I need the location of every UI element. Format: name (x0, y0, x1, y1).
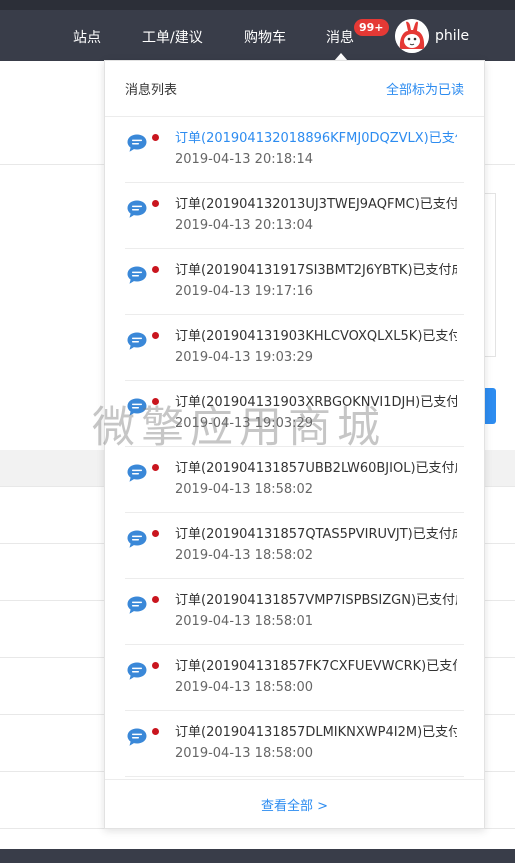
message-title: 订单(201904131857DLMIKNXWP4I2M)已支付成功 (175, 725, 457, 740)
message-dropdown: 消息列表 全部标为已读 订单(201904132018896KFMJ0DQZVL… (104, 60, 485, 829)
message-time: 2019-04-13 18:58:02 (175, 548, 314, 563)
chat-bubble-icon (126, 595, 148, 615)
message-item[interactable]: 订单(201904131857UBB2LW60BJIOL)已支付成功 2019-… (125, 447, 464, 513)
message-time: 2019-04-13 19:17:16 (175, 284, 314, 299)
username[interactable]: phile (435, 18, 469, 54)
view-all-link[interactable]: 查看全部 > (261, 795, 328, 814)
chat-bubble-icon (126, 661, 148, 681)
unread-dot (152, 332, 159, 339)
message-title: 订单(201904131917SI3BMT2J6YBTK)已支付成功 (175, 263, 457, 278)
dropdown-footer: 查看全部 > (105, 779, 484, 828)
dropdown-header: 消息列表 全部标为已读 (105, 61, 484, 117)
message-time: 2019-04-13 18:58:00 (175, 746, 314, 761)
nav-item-tickets[interactable]: 工单/建议 (142, 20, 203, 56)
message-item[interactable]: 订单(201904132013UJ3TWEJ9AQFMC)已支付成功 2019-… (125, 183, 464, 249)
chat-bubble-icon (126, 727, 148, 747)
message-time: 2019-04-13 19:03:29 (175, 416, 314, 431)
message-item[interactable]: 订单(201904131903XRBGOKNVI1DJH)已支付成功 2019-… (125, 381, 464, 447)
chat-bubble-icon (126, 265, 148, 285)
message-item[interactable]: 订单(201904131857FK7CXFUEVWCRK)已支付成功 2019-… (125, 645, 464, 711)
unread-dot (152, 530, 159, 537)
chat-bubble-icon (126, 199, 148, 219)
message-count-badge: 99+ (354, 19, 389, 36)
unread-dot (152, 728, 159, 735)
message-title: 订单(201904131903XRBGOKNVI1DJH)已支付成功 (175, 395, 457, 410)
nav-item-messages[interactable]: 消息 (326, 20, 354, 56)
message-item[interactable]: 订单(201904131857DLMIKNXWP4I2M)已支付成功 2019-… (125, 711, 464, 777)
unread-dot (152, 398, 159, 405)
message-title: 订单(201904131857UBB2LW60BJIOL)已支付成功 (175, 461, 457, 476)
nav-item-cart[interactable]: 购物车 (244, 20, 286, 56)
message-time: 2019-04-13 18:58:02 (175, 482, 314, 497)
nav-item-sites[interactable]: 站点 (73, 20, 101, 56)
message-time: 2019-04-13 19:03:29 (175, 350, 314, 365)
chat-bubble-icon (126, 529, 148, 549)
message-item[interactable]: 订单(201904131857VMP7ISPBSIZGN)已支付成功 2019-… (125, 579, 464, 645)
message-title: 订单(201904131857QTAS5PVIRUVJT)已支付成功 (175, 527, 457, 542)
message-time: 2019-04-13 18:58:00 (175, 680, 314, 695)
message-item[interactable]: 订单(201904131917SI3BMT2J6YBTK)已支付成功 2019-… (125, 249, 464, 315)
message-time: 2019-04-13 20:13:04 (175, 218, 314, 233)
message-item[interactable]: 订单(201904131903KHLCVOXQLXL5K)已支付成功 2019-… (125, 315, 464, 381)
top-nav-edge (0, 0, 515, 10)
unread-dot (152, 596, 159, 603)
message-title: 订单(201904132013UJ3TWEJ9AQFMC)已支付成功 (175, 197, 457, 212)
chat-bubble-icon (126, 133, 148, 153)
unread-dot (152, 662, 159, 669)
message-title: 订单(201904131857VMP7ISPBSIZGN)已支付成功 (175, 593, 457, 608)
message-item[interactable]: 订单(201904132018896KFMJ0DQZVLX)已支付成功 2019… (125, 117, 464, 183)
message-item[interactable]: 订单(201904131857QTAS5PVIRUVJT)已支付成功 2019-… (125, 513, 464, 579)
chat-bubble-icon (126, 397, 148, 417)
message-time: 2019-04-13 20:18:14 (175, 152, 314, 167)
user-avatar[interactable] (395, 19, 429, 53)
message-title: 订单(201904131857FK7CXFUEVWCRK)已支付成功 (175, 659, 457, 674)
chat-bubble-icon (126, 463, 148, 483)
mark-all-read-link[interactable]: 全部标为已读 (386, 79, 464, 98)
rabbit-avatar-icon (395, 19, 429, 53)
unread-dot (152, 134, 159, 141)
message-title: 订单(201904132018896KFMJ0DQZVLX)已支付成功 (175, 131, 457, 146)
dropdown-title: 消息列表 (125, 83, 178, 98)
message-title: 订单(201904131903KHLCVOXQLXL5K)已支付成功 (175, 329, 457, 344)
unread-dot (152, 266, 159, 273)
chat-bubble-icon (126, 331, 148, 351)
message-list: 订单(201904132018896KFMJ0DQZVLX)已支付成功 2019… (105, 117, 484, 779)
unread-dot (152, 200, 159, 207)
message-time: 2019-04-13 18:58:01 (175, 614, 314, 629)
page-footer (0, 849, 515, 863)
unread-dot (152, 464, 159, 471)
